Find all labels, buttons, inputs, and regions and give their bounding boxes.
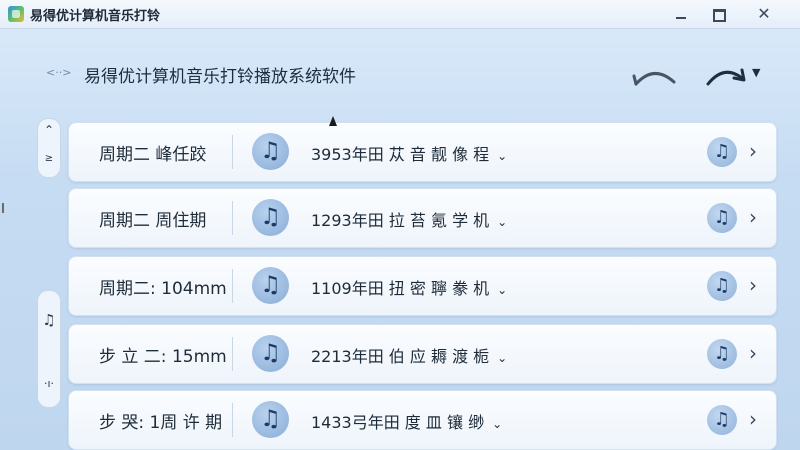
mouse-cursor-icon	[329, 116, 337, 126]
music-list-icon[interactable]: ♫	[38, 311, 60, 329]
app-window: 易得优计算机音乐打铃 ✕ <··> 易得优计算机音乐打铃播放系统软件 ▼ ⌃ ≥…	[0, 0, 800, 450]
row-song-select[interactable]: 1433弓年田 度 皿 镶 缈 ⌄	[311, 409, 502, 433]
schedule-row[interactable]: 周期二 峰任跤 ♫ 3953年田 苁 音 靓 像 程 ⌄ ♫ ›	[68, 122, 777, 182]
app-logo-icon	[8, 6, 24, 22]
maximize-button[interactable]	[705, 4, 731, 24]
play-note-icon[interactable]: ♫	[707, 405, 737, 435]
undo-icon[interactable]	[630, 64, 678, 90]
scroll-panel-bottom[interactable]: ♫ ·ı·	[37, 290, 61, 408]
divider	[232, 403, 233, 437]
chevron-right-icon[interactable]: ›	[749, 407, 757, 431]
scroll-indicator-icon: ≥	[44, 153, 54, 164]
divider	[232, 269, 233, 303]
row-song-label: 2213年田 伯 应 耨 渡 栀	[311, 347, 490, 366]
redo-dropdown-icon[interactable]: ▼	[752, 66, 760, 79]
chevron-down-icon[interactable]: ⌄	[497, 283, 507, 297]
music-note-icon[interactable]: ♫	[252, 199, 289, 236]
schedule-row[interactable]: 步 哭: 1周 许 期 ♫ 1433弓年田 度 皿 镶 缈 ⌄ ♫ ›	[68, 390, 777, 450]
row-song-label: 1293年田 拉 苔 氪 学 机	[311, 211, 490, 230]
row-day-label: 步 立 二: 15mm	[99, 347, 227, 367]
title-bar: 易得优计算机音乐打铃 ✕	[0, 0, 800, 29]
music-note-icon[interactable]: ♫	[252, 401, 289, 438]
divider	[232, 201, 233, 235]
row-song-label: 1433弓年田 度 皿 镶 缈	[311, 413, 485, 432]
chevron-right-icon[interactable]: ›	[749, 139, 757, 163]
chevron-right-icon[interactable]: ›	[749, 341, 757, 365]
row-song-label: 3953年田 苁 音 靓 像 程	[311, 145, 490, 164]
back-arrows-icon[interactable]: <··>	[46, 66, 71, 80]
schedule-row[interactable]: 周期二: 104mm ♫ 1109年田 扭 密 聹 豢 机 ⌄ ♫ ›	[68, 256, 777, 316]
music-note-icon[interactable]: ♫	[252, 335, 289, 372]
chevron-down-icon[interactable]: ⌄	[492, 417, 502, 431]
row-song-select[interactable]: 2213年田 伯 应 耨 渡 栀 ⌄	[311, 343, 507, 367]
redo-icon[interactable]	[704, 62, 750, 90]
page-title: 易得优计算机音乐打铃播放系统软件	[84, 67, 356, 87]
music-note-icon[interactable]: ♫	[252, 133, 289, 170]
play-note-icon[interactable]: ♫	[707, 203, 737, 233]
play-note-icon[interactable]: ♫	[707, 339, 737, 369]
divider	[232, 135, 233, 169]
chevron-right-icon[interactable]: ›	[749, 205, 757, 229]
chevron-up-icon[interactable]: ⌃	[38, 123, 60, 137]
music-note-icon[interactable]: ♫	[252, 267, 289, 304]
scroll-panel-top[interactable]: ⌃ ≥	[37, 118, 61, 178]
schedule-row[interactable]: 周期二 周住期 ♫ 1293年田 拉 苔 氪 学 机 ⌄ ♫ ›	[68, 188, 777, 248]
chevron-down-icon[interactable]: ⌄	[497, 351, 507, 365]
play-note-icon[interactable]: ♫	[707, 271, 737, 301]
header: <··> 易得优计算机音乐打铃播放系统软件 ▼	[0, 56, 800, 92]
chevron-right-icon[interactable]: ›	[749, 273, 757, 297]
row-day-label: 周期二: 104mm	[99, 279, 227, 299]
row-song-label: 1109年田 扭 密 聹 豢 机	[311, 279, 490, 298]
schedule-row[interactable]: 步 立 二: 15mm ♫ 2213年田 伯 应 耨 渡 栀 ⌄ ♫ ›	[68, 324, 777, 384]
row-song-select[interactable]: 3953年田 苁 音 靓 像 程 ⌄	[311, 141, 507, 165]
chevron-down-icon[interactable]: ⌄	[497, 215, 507, 229]
window-title: 易得优计算机音乐打铃	[30, 9, 161, 24]
play-note-icon[interactable]: ♫	[707, 137, 737, 167]
chevron-down-icon[interactable]: ⌄	[497, 149, 507, 163]
row-day-label: 周期二 峰任跤	[99, 145, 207, 165]
divider	[232, 337, 233, 371]
minimize-button[interactable]	[668, 4, 694, 24]
scroll-dots-icon: ·ı·	[43, 377, 55, 390]
close-button[interactable]: ✕	[744, 4, 784, 24]
row-day-label: 周期二 周住期	[99, 211, 207, 231]
window-edge-mark	[2, 203, 4, 213]
row-song-select[interactable]: 1293年田 拉 苔 氪 学 机 ⌄	[311, 207, 507, 231]
row-song-select[interactable]: 1109年田 扭 密 聹 豢 机 ⌄	[311, 275, 507, 299]
row-day-label: 步 哭: 1周 许 期	[99, 413, 223, 433]
